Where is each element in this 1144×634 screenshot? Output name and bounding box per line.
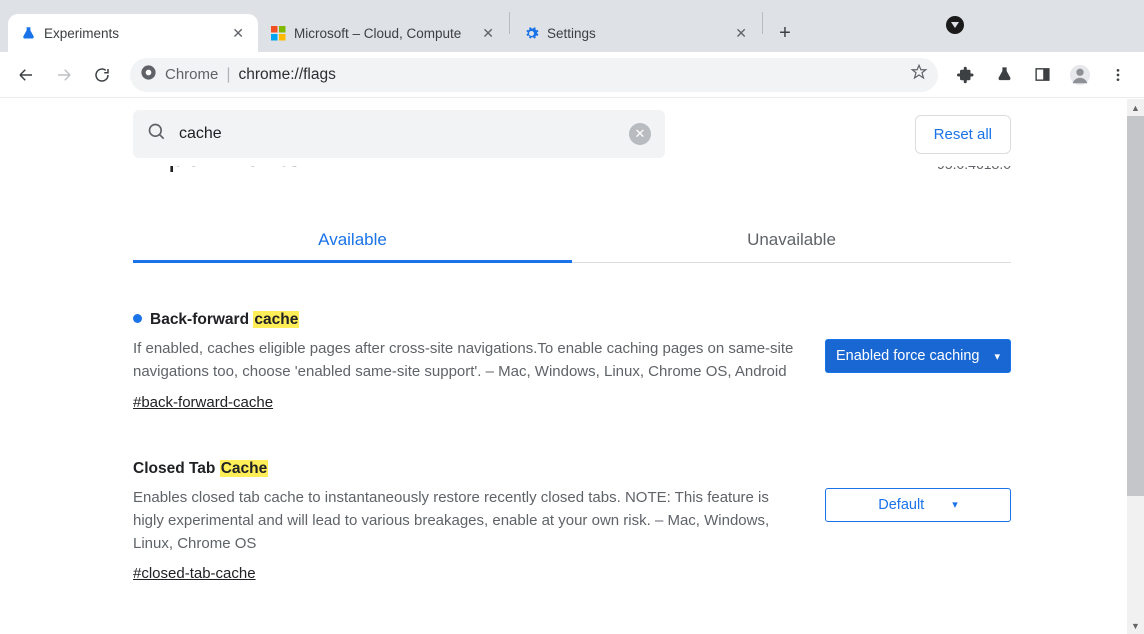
omnibox[interactable]: Chrome | chrome://flags — [130, 58, 938, 92]
flag-anchor-link[interactable]: #closed-tab-cache — [133, 565, 256, 582]
modified-dot-icon — [133, 314, 142, 323]
tab-title: Microsoft – Cloud, Compute — [294, 26, 472, 41]
close-tab-button[interactable]: ✕ — [480, 25, 496, 42]
flag-select[interactable]: Default ▾ — [825, 488, 1011, 522]
new-tab-button[interactable]: + — [770, 18, 800, 48]
clear-search-button[interactable]: ✕ — [629, 123, 651, 145]
sidepanel-icon[interactable] — [1026, 59, 1058, 91]
chrome-icon — [140, 64, 157, 85]
tab-settings[interactable]: Settings ✕ — [511, 14, 761, 52]
flag-select-value: Enabled force caching — [836, 348, 980, 364]
reload-button[interactable] — [86, 59, 118, 91]
tab-experiments[interactable]: Experiments ✕ — [8, 14, 258, 52]
flag-anchor-link[interactable]: #back-forward-cache — [133, 394, 273, 411]
profile-badge-icon[interactable] — [946, 16, 964, 34]
profile-avatar[interactable] — [1064, 59, 1096, 91]
tab-title: Experiments — [44, 26, 222, 41]
flag-row: Back-forward cache If enabled, caches el… — [133, 311, 1011, 412]
page-title: Experiments — [133, 166, 302, 174]
tab-unavailable[interactable]: Unavailable — [572, 218, 1011, 262]
reset-all-button[interactable]: Reset all — [915, 115, 1011, 154]
scrollbar[interactable]: ▲ ▼ — [1127, 99, 1144, 634]
flag-description: If enabled, caches eligible pages after … — [133, 337, 795, 384]
flag-select[interactable]: Enabled force caching ▾ — [825, 339, 1011, 373]
tab-separator — [509, 12, 510, 34]
bookmark-star-icon[interactable] — [910, 63, 928, 86]
omnibox-chip-label: Chrome — [165, 66, 218, 83]
microsoft-icon — [270, 25, 286, 41]
flags-search-input[interactable] — [179, 125, 617, 143]
flags-search-box[interactable]: ✕ — [133, 110, 665, 158]
kebab-menu-icon[interactable] — [1102, 59, 1134, 91]
flag-row: Closed Tab Cache Enables closed tab cach… — [133, 460, 1011, 584]
close-tab-button[interactable]: ✕ — [733, 25, 749, 42]
scroll-down-arrow[interactable]: ▼ — [1127, 617, 1144, 634]
search-icon — [147, 122, 167, 147]
flag-description: Enables closed tab cache to instantaneou… — [133, 486, 795, 556]
tab-available[interactable]: Available — [133, 218, 572, 262]
tab-separator — [762, 12, 763, 34]
omnibox-url: chrome://flags — [239, 66, 336, 84]
toolbar: Chrome | chrome://flags — [0, 52, 1144, 98]
gear-icon — [523, 25, 539, 41]
tab-strip: Experiments ✕ Microsoft – Cloud, Compute… — [0, 0, 1144, 52]
scrollbar-thumb[interactable] — [1127, 116, 1144, 496]
close-tab-button[interactable]: ✕ — [230, 25, 246, 42]
tab-title: Settings — [547, 26, 725, 41]
chevron-down-icon: ▾ — [994, 350, 1000, 363]
back-button[interactable] — [10, 59, 42, 91]
flag-title: Back-forward cache — [133, 311, 795, 329]
flag-title: Closed Tab Cache — [133, 460, 795, 478]
tab-microsoft[interactable]: Microsoft – Cloud, Compute ✕ — [258, 14, 508, 52]
omnibox-sep: | — [226, 66, 230, 84]
scroll-up-arrow[interactable]: ▲ — [1127, 99, 1144, 116]
forward-button[interactable] — [48, 59, 80, 91]
labs-icon[interactable] — [988, 59, 1020, 91]
flag-select-value: Default — [878, 497, 924, 513]
extensions-icon[interactable] — [950, 59, 982, 91]
flask-icon — [20, 25, 36, 41]
chevron-down-icon: ▾ — [952, 498, 958, 511]
